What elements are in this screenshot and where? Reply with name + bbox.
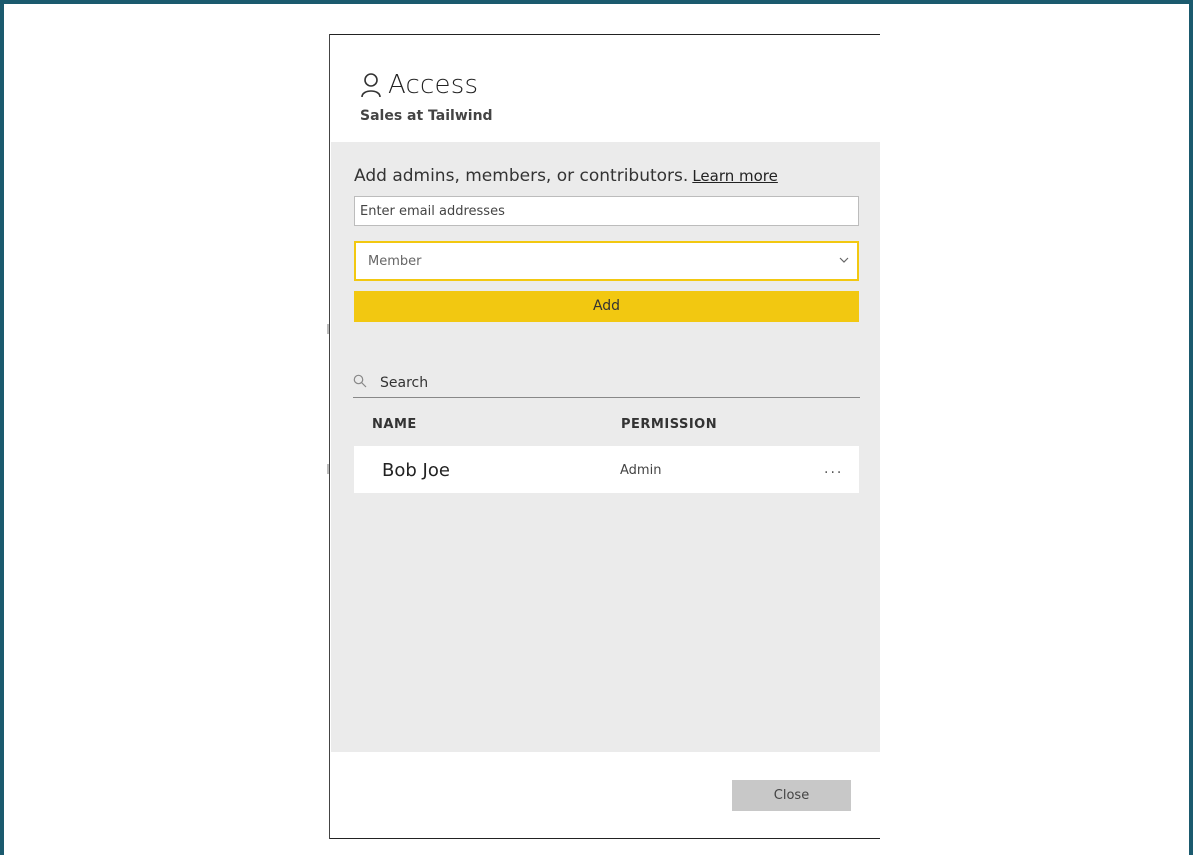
table-row[interactable]: Bob Joe Admin ... bbox=[354, 446, 859, 493]
user-name: Bob Joe bbox=[382, 460, 450, 481]
add-intro: Add admins, members, or contributors. Lea… bbox=[354, 166, 778, 186]
add-button[interactable]: Add bbox=[354, 291, 859, 322]
role-selected-value: Member bbox=[368, 254, 422, 269]
bottom-divider bbox=[330, 838, 880, 839]
email-input[interactable]: Enter email addresses bbox=[354, 196, 859, 226]
column-header-permission: PERMISSION bbox=[621, 417, 718, 432]
person-icon bbox=[361, 73, 381, 98]
edge-tick bbox=[327, 464, 329, 474]
access-panel-body: Add admins, members, or contributors. Lea… bbox=[331, 142, 880, 752]
close-button[interactable]: Close bbox=[732, 780, 851, 811]
screenshot-frame: Access Sales at Tailwind Add admins, mem… bbox=[0, 0, 1193, 855]
search-placeholder: Search bbox=[380, 375, 429, 391]
dialog-header: Access Sales at Tailwind bbox=[360, 70, 493, 124]
workspace-name: Sales at Tailwind bbox=[360, 108, 493, 124]
role-dropdown[interactable]: Member bbox=[354, 241, 859, 281]
access-dialog: Access Sales at Tailwind Add admins, mem… bbox=[327, 34, 880, 839]
title-row: Access bbox=[360, 70, 493, 100]
chevron-down-icon bbox=[839, 257, 849, 263]
more-options-button[interactable]: ... bbox=[824, 461, 843, 477]
add-intro-text: Add admins, members, or contributors. bbox=[354, 166, 689, 186]
search-input[interactable]: Search bbox=[353, 370, 860, 398]
learn-more-link[interactable]: Learn more bbox=[692, 167, 778, 185]
user-permission: Admin bbox=[620, 463, 662, 478]
top-divider bbox=[330, 34, 880, 35]
column-header-name: NAME bbox=[372, 417, 417, 432]
dialog-title: Access bbox=[388, 70, 479, 100]
edge-tick bbox=[327, 324, 329, 334]
search-icon bbox=[353, 374, 367, 388]
